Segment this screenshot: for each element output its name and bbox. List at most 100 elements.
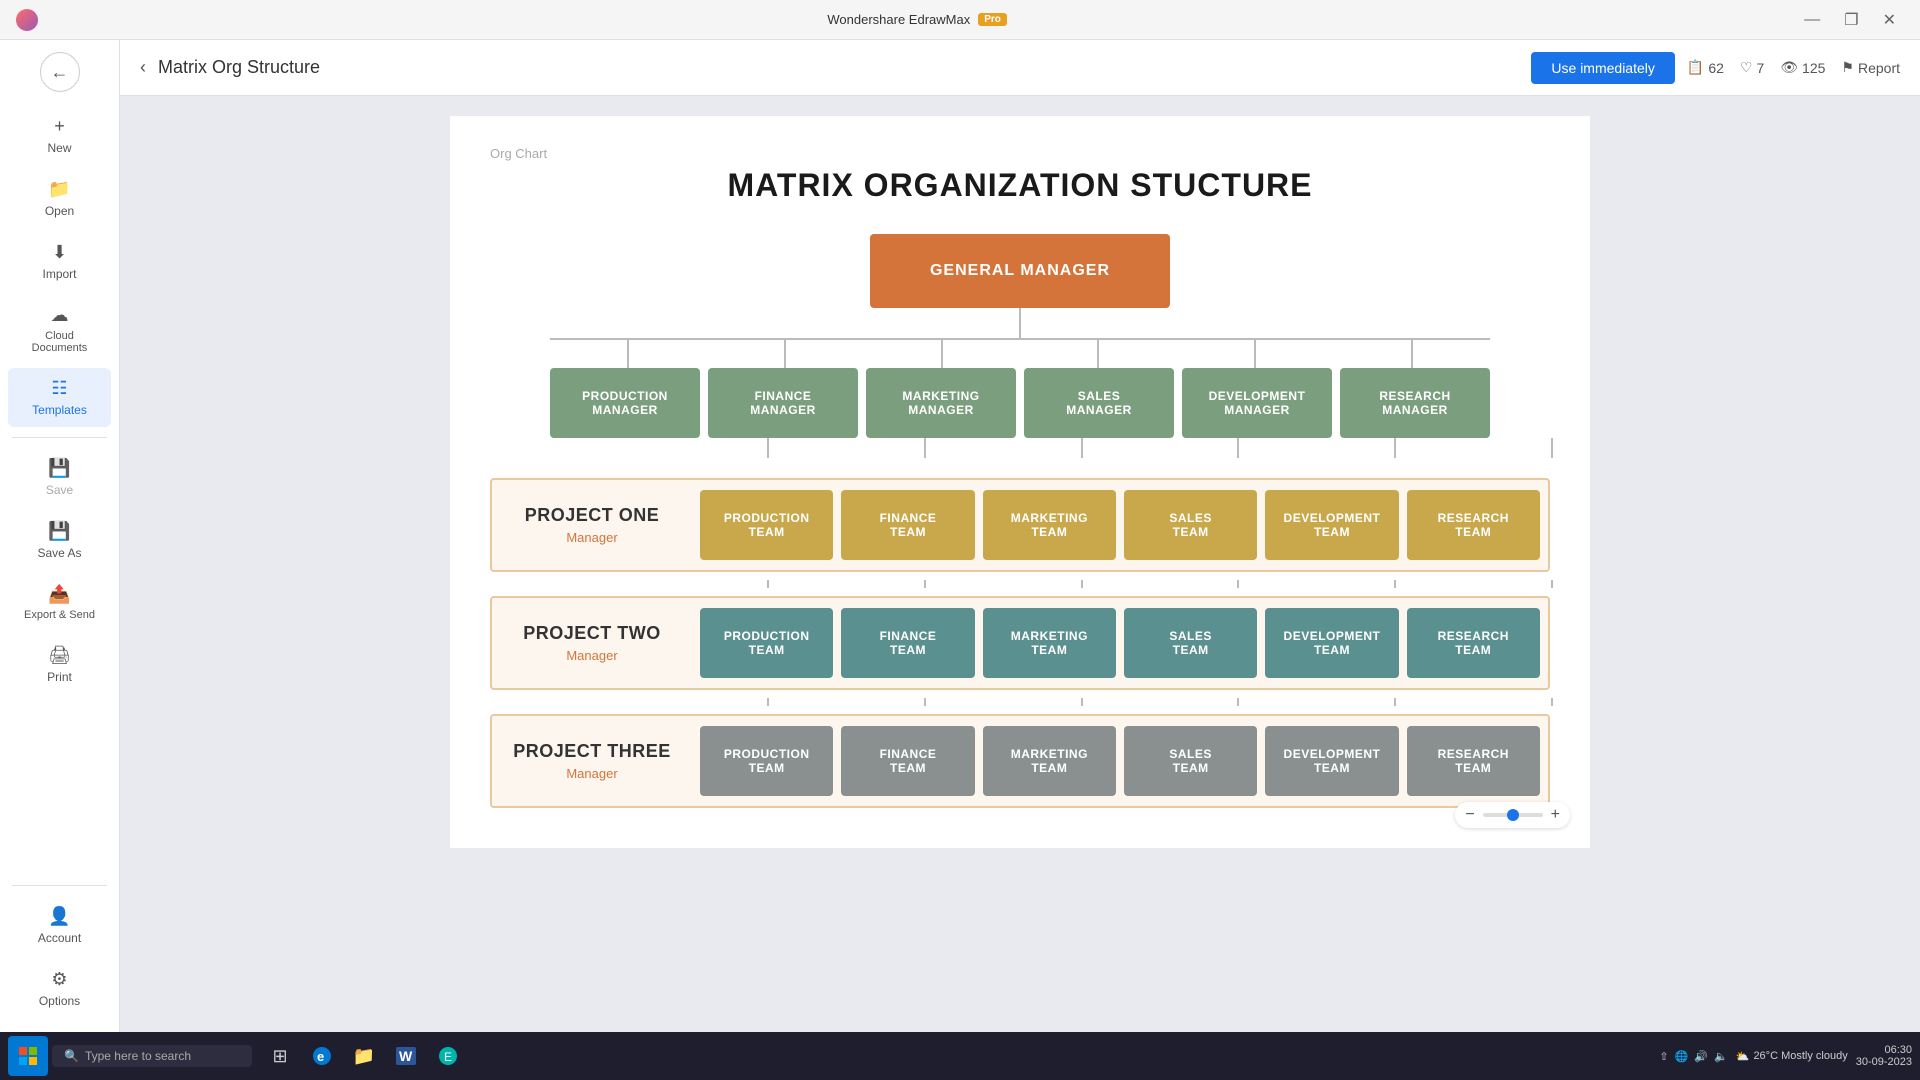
project-one-label: PROJECT ONE Manager: [492, 480, 692, 570]
topbar-back-icon[interactable]: ‹: [140, 57, 146, 78]
sidebar-item-saveas[interactable]: 💾 Save As: [8, 511, 111, 570]
use-immediately-button[interactable]: Use immediately: [1531, 52, 1674, 84]
sidebar-templates-label: Templates: [32, 403, 87, 417]
proj-drops: [690, 438, 1630, 458]
diagram-area[interactable]: Org Chart MATRIX ORGANIZATION STUCTURE G…: [120, 96, 1920, 1032]
p1-development-team: DEVELOPMENTTEAM: [1265, 490, 1398, 560]
options-icon: ⚙: [51, 969, 67, 990]
sidebar-save-label: Save: [46, 483, 73, 497]
zoom-thumb[interactable]: [1507, 809, 1519, 821]
manager-finance: FINANCEMANAGER: [708, 368, 858, 438]
sidebar-item-print[interactable]: 🖨 Print: [8, 635, 111, 694]
sidebar-export-label: Export & Send: [24, 609, 95, 621]
gm-connector-down: [1019, 308, 1021, 338]
avatar-icon: [16, 9, 38, 31]
open-icon: 📁: [48, 179, 70, 200]
sys-icons: ⇧ 🌐 🔊 🔈: [1659, 1050, 1727, 1063]
titlebar: Wondershare EdrawMax Pro — ❐ ✕: [0, 0, 1920, 40]
p1-finance-team: FINANCETEAM: [841, 490, 974, 560]
search-icon: 🔍: [64, 1049, 79, 1063]
titlebar-center: Wondershare EdrawMax Pro: [827, 12, 1007, 27]
speaker-icon[interactable]: 🔈: [1714, 1050, 1728, 1063]
sidebar-item-open[interactable]: 📁 Open: [8, 169, 111, 228]
sidebar-new-label: New: [47, 141, 71, 155]
print-icon: 🖨: [48, 645, 71, 666]
minimize-button[interactable]: —: [1796, 6, 1828, 34]
sidebar-item-account[interactable]: 👤 Account: [8, 896, 111, 955]
weather-icon: ⛅: [1736, 1050, 1750, 1063]
start-button[interactable]: [8, 1036, 48, 1076]
p1-marketing-team: MARKETINGTEAM: [983, 490, 1116, 560]
views-icon: 👁: [1780, 59, 1798, 76]
sidebar: ← + New 📁 Open ⬇ Import ☁ Cloud Document…: [0, 40, 120, 1032]
cloud-icon: ☁: [51, 305, 69, 326]
sidebar-import-label: Import: [42, 267, 76, 281]
close-button[interactable]: ✕: [1875, 6, 1904, 34]
taskbar-app-task-view[interactable]: ⊞: [260, 1036, 300, 1076]
p3-finance-team: FINANCETEAM: [841, 726, 974, 796]
taskbar-app-word[interactable]: W: [386, 1036, 426, 1076]
p2-sales-team: SALESTEAM: [1124, 608, 1257, 678]
sidebar-item-options[interactable]: ⚙ Options: [8, 959, 111, 1018]
report-button[interactable]: ⚑ Report: [1841, 59, 1900, 76]
window-controls: — ❐ ✕: [1796, 6, 1904, 34]
maximize-button[interactable]: ❐: [1836, 6, 1866, 34]
p1-research-team: RESEARCHTEAM: [1407, 490, 1540, 560]
report-icon: ⚑: [1841, 59, 1854, 76]
pro-badge: Pro: [978, 13, 1007, 26]
sidebar-account-label: Account: [38, 931, 81, 945]
manager-drops: [550, 340, 1490, 368]
project-three-mgr: Manager: [566, 766, 617, 781]
manager-production: PRODUCTIONMANAGER: [550, 368, 700, 438]
p3-sales-team: SALESTEAM: [1124, 726, 1257, 796]
project-three-row: PROJECT THREE Manager PRODUCTIONTEAM FIN…: [490, 714, 1550, 808]
taskbar-apps: ⊞ e 📁 W E: [260, 1036, 468, 1076]
project-one-mgr: Manager: [566, 530, 617, 545]
views-stat: 👁 125: [1780, 59, 1825, 76]
taskbar-search[interactable]: 🔍 Type here to search: [52, 1045, 252, 1067]
taskbar: 🔍 Type here to search ⊞ e 📁 W E ⇧ 🌐 🔊 🔈 …: [0, 1032, 1920, 1080]
org-label: Org Chart: [490, 146, 1550, 161]
taskbar-app-custom[interactable]: E: [428, 1036, 468, 1076]
project-two-row: PROJECT TWO Manager PRODUCTIONTEAM FINAN…: [490, 596, 1550, 690]
sidebar-item-new[interactable]: + New: [8, 106, 111, 165]
proj3-drops: [690, 698, 1630, 706]
sidebar-divider-2: [12, 885, 107, 886]
sidebar-options-label: Options: [39, 994, 80, 1008]
p3-marketing-team: MARKETINGTEAM: [983, 726, 1116, 796]
views-count: 125: [1802, 60, 1825, 76]
project-one-row: PROJECT ONE Manager PRODUCTIONTEAM FINAN…: [490, 478, 1550, 572]
save-icon: 💾: [48, 458, 70, 479]
copies-stat: 📋 62: [1687, 59, 1724, 76]
sidebar-item-export[interactable]: 📤 Export & Send: [8, 574, 111, 631]
zoom-in-button[interactable]: +: [1551, 806, 1560, 824]
back-button[interactable]: ←: [40, 52, 80, 92]
network-icon: 🌐: [1675, 1050, 1689, 1063]
taskbar-app-edge[interactable]: e: [302, 1036, 342, 1076]
import-icon: ⬇: [52, 242, 67, 263]
topbar-title: Matrix Org Structure: [158, 57, 1519, 78]
manager-sales: SALESMANAGER: [1024, 368, 1174, 438]
zoom-slider[interactable]: [1483, 813, 1543, 817]
project-one-name: PROJECT ONE: [525, 505, 660, 526]
sidebar-item-save[interactable]: 💾 Save: [8, 448, 111, 507]
sidebar-item-cloud[interactable]: ☁ Cloud Documents: [8, 295, 111, 364]
sidebar-print-label: Print: [47, 670, 72, 684]
copies-count: 62: [1708, 60, 1724, 76]
sidebar-item-templates[interactable]: ☷ Templates: [8, 368, 111, 427]
project-three-label: PROJECT THREE Manager: [492, 716, 692, 806]
org-title: MATRIX ORGANIZATION STUCTURE: [490, 167, 1550, 204]
diagram-canvas: Org Chart MATRIX ORGANIZATION STUCTURE G…: [450, 116, 1590, 848]
project-two-mgr: Manager: [566, 648, 617, 663]
zoom-out-button[interactable]: −: [1465, 806, 1474, 824]
sidebar-item-import[interactable]: ⬇ Import: [8, 232, 111, 291]
new-icon: +: [54, 116, 65, 137]
likes-stat: ♡ 7: [1740, 59, 1764, 76]
manager-marketing: MARKETINGMANAGER: [866, 368, 1016, 438]
project-two-label: PROJECT TWO Manager: [492, 598, 692, 688]
taskbar-time: 06:30 30-09-2023: [1856, 1044, 1912, 1068]
taskbar-app-files[interactable]: 📁: [344, 1036, 384, 1076]
likes-count: 7: [1756, 60, 1764, 76]
chevron-up-icon[interactable]: ⇧: [1659, 1050, 1668, 1063]
manager-development: DEVELOPMENTMANAGER: [1182, 368, 1332, 438]
